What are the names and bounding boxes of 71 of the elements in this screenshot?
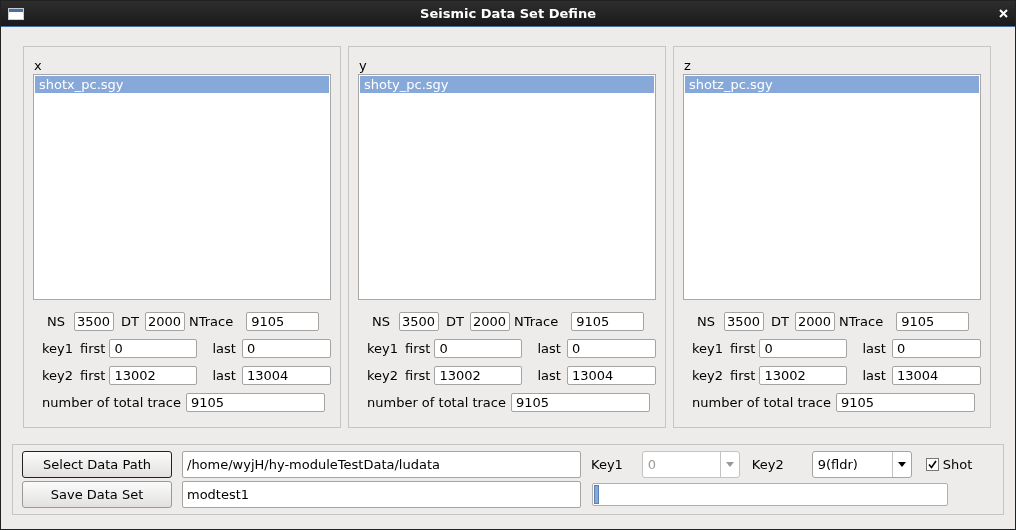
first-field[interactable]: 13002	[109, 366, 198, 385]
field-label: NS	[372, 314, 390, 329]
last-field[interactable]: 13004	[891, 366, 981, 385]
last-field[interactable]: 13004	[241, 366, 331, 385]
field-label: key1	[692, 341, 724, 356]
last-field[interactable]: 0	[566, 339, 656, 358]
field-label: key2	[367, 368, 399, 383]
save-button[interactable]: Save Data Set	[22, 481, 172, 508]
panel-label: y	[359, 57, 367, 74]
field-label: key1	[367, 341, 399, 356]
name-field[interactable]: modtest1	[182, 481, 581, 508]
ntrace-field[interactable]: 9105	[571, 312, 645, 331]
last-field[interactable]: 13004	[566, 366, 656, 385]
panel-label: z	[684, 57, 691, 74]
field-label: NTrace	[513, 314, 559, 329]
last-field[interactable]: 0	[891, 339, 981, 358]
field-label: key2	[42, 368, 74, 383]
window-title: Seismic Data Set Define	[420, 6, 596, 21]
field-label: first	[405, 368, 431, 383]
dropdown-arrow-icon	[897, 462, 906, 467]
dt-field[interactable]: 2000	[469, 312, 510, 331]
total-field[interactable]: 9105	[835, 393, 975, 412]
first-field[interactable]: 13002	[759, 366, 848, 385]
field-label: last	[862, 341, 886, 356]
first-field[interactable]: 0	[759, 339, 848, 358]
field-label: first	[80, 368, 106, 383]
first-field[interactable]: 0	[109, 339, 198, 358]
field-label: last	[537, 368, 561, 383]
key2-label: Key2	[751, 457, 784, 472]
field-label: NS	[697, 314, 715, 329]
dropdown-arrow-icon	[725, 462, 734, 467]
ntrace-field[interactable]: 9105	[246, 312, 320, 331]
shot-checkbox[interactable]	[925, 458, 939, 471]
ns-field[interactable]: 3500	[399, 312, 439, 331]
panel-label: x	[34, 57, 42, 74]
field-label: first	[405, 341, 431, 356]
ns-field[interactable]: 3500	[74, 312, 114, 331]
total-field[interactable]: 9105	[185, 393, 325, 412]
field-label: first	[730, 368, 756, 383]
ntrace-field[interactable]: 9105	[896, 312, 970, 331]
field-label: NTrace	[838, 314, 884, 329]
field-label: number of total trace	[367, 395, 506, 410]
field-label: NTrace	[188, 314, 234, 329]
field-label: last	[212, 368, 236, 383]
field-label: number of total trace	[42, 395, 181, 410]
dt-field[interactable]: 2000	[794, 312, 835, 331]
dt-field[interactable]: 2000	[144, 312, 185, 331]
field-label: DT	[121, 314, 139, 329]
first-field[interactable]: 13002	[434, 366, 523, 385]
path-field[interactable]: /home/wyjH/hy-moduleTestData/ludata	[182, 451, 581, 478]
select-path-button[interactable]: Select Data Path	[22, 451, 172, 478]
field-label: last	[537, 341, 561, 356]
field-label: DT	[446, 314, 464, 329]
ns-field[interactable]: 3500	[724, 312, 764, 331]
close-icon[interactable]	[999, 9, 1008, 18]
window-icon	[8, 7, 24, 20]
field-label: key2	[692, 368, 724, 383]
field-label: first	[730, 341, 756, 356]
key2-dropdown[interactable]: 9(fldr)	[811, 451, 912, 478]
last-field[interactable]: 0	[241, 339, 331, 358]
field-label: key1	[42, 341, 74, 356]
field-label: NS	[47, 314, 65, 329]
field-label: last	[212, 341, 236, 356]
total-field[interactable]: 9105	[510, 393, 650, 412]
first-field[interactable]: 0	[434, 339, 523, 358]
field-label: number of total trace	[692, 395, 831, 410]
key1-label: Key1	[591, 457, 623, 472]
field-label: last	[862, 368, 886, 383]
field-label: first	[80, 341, 106, 356]
shot-label: Shot	[942, 457, 973, 472]
field-label: DT	[771, 314, 789, 329]
